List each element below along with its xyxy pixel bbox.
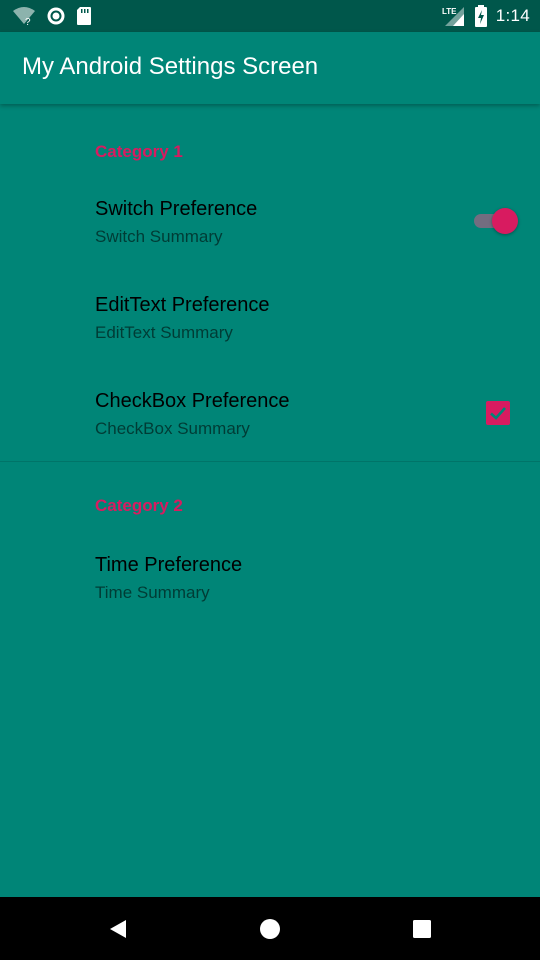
home-icon[interactable] xyxy=(258,917,282,941)
navigation-bar xyxy=(0,897,540,960)
time-preference[interactable]: Time Preference Time Summary xyxy=(0,532,540,628)
battery-charging-icon xyxy=(474,5,488,27)
network-type-label: LTE xyxy=(442,7,457,16)
switch-preference-summary: Switch Summary xyxy=(95,227,223,246)
time-preference-summary: Time Summary xyxy=(95,583,210,602)
switch-thumb xyxy=(492,208,518,234)
switch-preference[interactable]: Switch Preference Switch Summary xyxy=(0,176,540,272)
checkbox-preference-summary: CheckBox Summary xyxy=(95,419,250,438)
checkmark-icon xyxy=(490,407,506,420)
status-time: 1:14 xyxy=(495,6,530,25)
signal-icon: LTE xyxy=(442,5,466,27)
toolbar-title: My Android Settings Screen xyxy=(22,53,319,80)
edittext-preference-title: EditText Preference xyxy=(95,294,270,316)
svg-text:?: ? xyxy=(25,17,31,26)
edittext-preference[interactable]: EditText Preference EditText Summary xyxy=(0,272,540,368)
sync-icon xyxy=(46,6,66,26)
switch-preference-title: Switch Preference xyxy=(95,198,258,220)
category-title-1: Category 1 xyxy=(95,142,183,161)
checkbox-preference-title: CheckBox Preference xyxy=(95,390,290,412)
category-title-2: Category 2 xyxy=(95,496,183,515)
status-left-icons: ? xyxy=(12,4,92,28)
checkbox-preference[interactable]: CheckBox Preference CheckBox Summary xyxy=(0,368,540,464)
app-toolbar: My Android Settings Screen xyxy=(0,32,540,104)
status-bar: ? LTE 1:14 xyxy=(0,0,540,32)
status-right-icons: LTE 1:14 xyxy=(442,4,530,28)
sd-card-icon xyxy=(76,6,92,26)
wifi-icon: ? xyxy=(12,6,36,26)
preference-checkbox[interactable] xyxy=(486,401,510,425)
edittext-preference-summary: EditText Summary xyxy=(95,323,233,342)
recents-icon[interactable] xyxy=(410,917,434,941)
time-preference-title: Time Preference xyxy=(95,554,243,576)
preference-switch[interactable] xyxy=(470,206,518,236)
back-icon[interactable] xyxy=(106,917,130,941)
category-divider xyxy=(0,461,540,462)
